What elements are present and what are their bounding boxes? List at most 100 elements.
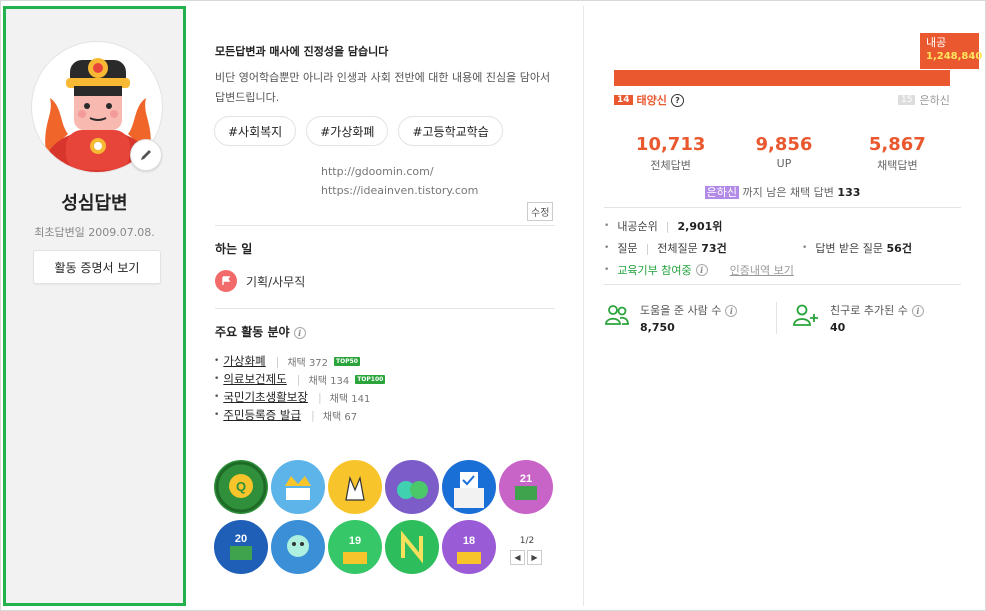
area-item: • 가상화폐 | 채택 372 TOP50: [214, 352, 385, 370]
certification-link[interactable]: 인증내역 보기: [730, 262, 794, 278]
areas-section-title: 주요 활동 분야 i: [215, 323, 306, 340]
edit-intro-button[interactable]: 수정: [527, 202, 554, 221]
rank-value: 2,901위: [677, 220, 723, 233]
anniversary-20-badge[interactable]: 20: [214, 520, 268, 574]
bullet: •: [214, 392, 220, 402]
intro-text: 비단 영어학습뿐만 아니라 인생과 사회 전반에 대한 내용에 진심을 담아서 …: [215, 71, 551, 104]
n-logo-icon: [386, 521, 438, 573]
next-page-button[interactable]: ▶: [527, 550, 542, 565]
contributor-badge[interactable]: [328, 460, 382, 514]
next-level-name: 은하신: [919, 94, 950, 107]
first-answer-date: 최초답변일 2009.07.08.: [34, 226, 155, 239]
separator: |: [645, 241, 650, 255]
summer-2022-badge[interactable]: [271, 520, 325, 574]
job-value: 기획/사무직: [246, 274, 306, 289]
divider: [604, 207, 961, 208]
helped-value: 8,750: [640, 321, 675, 334]
stat-value: 10,713: [635, 134, 706, 155]
hands-icon: [329, 461, 381, 513]
intro-title: 모든답변과 매사에 진정성을 담습니다: [215, 45, 389, 58]
info-icon[interactable]: i: [911, 305, 924, 317]
nickname: 성심답변: [61, 193, 128, 214]
current-level-number: 14: [614, 95, 633, 105]
anniversary-22-badge[interactable]: Q: [214, 460, 268, 514]
total-question-value: 73건: [701, 242, 727, 255]
question-row: • 질문 | 전체질문 73건: [604, 240, 727, 256]
bullet: •: [214, 356, 220, 366]
sun-character-icon: [272, 521, 324, 573]
rank-label: 내공순위: [617, 220, 658, 233]
help-icon[interactable]: ?: [670, 93, 684, 107]
tag-list: #사회복지 #가상화폐 #고등학교학습: [214, 116, 503, 146]
bullet: •: [604, 265, 610, 275]
cake-icon: 18: [443, 521, 495, 573]
pencil-icon: [141, 150, 151, 160]
bullet: •: [214, 410, 220, 420]
area-list: • 가상화폐 | 채택 372 TOP50 • 의료보건제도 | 채택 134 …: [214, 352, 386, 424]
rank-row: • 내공순위 | 2,901위: [604, 218, 722, 234]
activity-certificate-button[interactable]: 활동 증명서 보기: [33, 250, 161, 284]
friend-added: 친구로 추가된 수i 40: [792, 302, 924, 334]
crown-icon: [272, 461, 324, 513]
stat-label: 채택답변: [877, 159, 918, 172]
remaining-text: 까지 남은 채택 답변: [742, 186, 834, 199]
next-level-highlight: 은하신: [704, 186, 739, 199]
helped-label: 도움을 준 사람 수: [640, 304, 722, 317]
separator: |: [317, 390, 322, 404]
level-progress-bar: [614, 70, 950, 86]
area-count: 채택 134: [308, 375, 350, 387]
anniversary-badge-icon: Q: [215, 461, 267, 513]
area-item: • 주민등록증 발급 | 채택 67: [214, 406, 385, 424]
donation-label: 교육기부 참여중: [617, 264, 692, 277]
gift-box-icon: 20: [215, 521, 267, 573]
info-icon[interactable]: i: [725, 305, 738, 317]
level-2-badge[interactable]: [385, 520, 439, 574]
info-icon[interactable]: i: [293, 326, 306, 339]
area-link[interactable]: 가상화폐: [223, 353, 265, 369]
donation-row: • 교육기부 참여중 i 인증내역 보기: [604, 262, 794, 278]
current-level-name: 태양신: [636, 94, 667, 107]
area-link[interactable]: 국민기초생활보장: [223, 389, 308, 405]
flag-icon: [215, 270, 237, 292]
divider: [604, 284, 961, 285]
birthday-19-badge[interactable]: 19: [328, 520, 382, 574]
separator: |: [311, 408, 315, 422]
prev-page-button[interactable]: ◀: [510, 550, 525, 565]
badge-page-indicator: 1/2: [519, 536, 535, 546]
answered-question-value: 56건: [886, 242, 912, 255]
friends-label: 친구로 추가된 수: [830, 304, 908, 317]
tag[interactable]: #사회복지: [214, 116, 297, 146]
svg-text:21: 21: [520, 473, 532, 485]
stat-adopted-answers: 5,867 채택답변: [841, 134, 954, 173]
info-icon[interactable]: i: [695, 264, 708, 276]
separator: |: [296, 372, 301, 386]
area-item: • 국민기초생활보장 | 채택 141: [214, 388, 385, 406]
blog-link[interactable]: https://ideainven.tistory.com: [321, 184, 478, 197]
make-it-together-badge[interactable]: [385, 460, 439, 514]
solutionist-badge[interactable]: [271, 460, 325, 514]
area-link[interactable]: 의료보건제도: [223, 371, 286, 387]
people-icon: [605, 305, 629, 325]
tag[interactable]: #가상화폐: [306, 116, 389, 146]
tag[interactable]: #고등학교학습: [398, 116, 503, 146]
year-2023-badge[interactable]: [442, 460, 496, 514]
answered-question-label: 답변 받은 질문: [815, 242, 884, 255]
naegong-label: 내공: [926, 36, 947, 49]
homepage-link[interactable]: http://gdoomin.com/: [321, 165, 434, 178]
rank-badge: TOP100: [355, 374, 386, 384]
svg-text:19: 19: [349, 535, 361, 547]
answer-stats: 10,713 전체답변 9,856 UP 5,867 채택답변: [614, 134, 954, 173]
edit-avatar-button[interactable]: [130, 139, 162, 171]
anniversary-21-badge[interactable]: 21: [499, 460, 553, 514]
rank-badge: TOP50: [334, 356, 360, 366]
divider: [776, 302, 777, 334]
bullet: •: [802, 243, 808, 253]
svg-text:18: 18: [463, 535, 475, 547]
current-level: 14 태양신 ?: [614, 92, 684, 108]
naegong-value: 1,248,840: [926, 51, 983, 62]
area-link[interactable]: 주민등록증 발급: [223, 407, 301, 423]
gift-box-icon: 21: [500, 461, 552, 513]
birthday-18-badge[interactable]: 18: [442, 520, 496, 574]
profile-sidebar: 성심답변 최초답변일 2009.07.08. 활동 증명서 보기: [3, 6, 186, 606]
areas-title-text: 주요 활동 분야: [215, 325, 290, 339]
